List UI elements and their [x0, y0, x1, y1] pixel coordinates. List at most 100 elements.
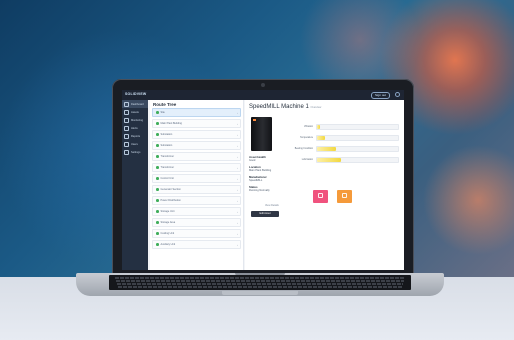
tree-row[interactable]: Site › — [152, 108, 241, 117]
status-dot-icon — [156, 144, 159, 147]
sidebar-item-users[interactable]: Users — [122, 140, 148, 148]
tree-row-label: Substation — [160, 133, 173, 136]
bar-label: Vibration — [303, 126, 313, 128]
tree-row[interactable]: Transformer › — [152, 152, 241, 161]
status-dot-icon — [156, 232, 159, 235]
stat-location: Location Main Plant Building — [249, 165, 272, 173]
top-bar: SOLIDVIEW Sign out — [122, 90, 404, 100]
chevron-right-icon: › — [237, 132, 238, 137]
sidebar-item-settings[interactable]: Settings — [122, 148, 148, 156]
sidebar-item-dashboard[interactable]: Dashboard — [122, 100, 148, 108]
asset-title-text: SpeedMILL Machine 1 — [249, 104, 309, 110]
tree-row[interactable]: Main Plant Building › — [152, 119, 241, 128]
tree-title: Route Tree — [153, 102, 177, 107]
status-dot-icon — [156, 155, 159, 158]
chevron-right-icon: › — [237, 220, 238, 225]
key-row — [115, 277, 405, 279]
sidebar-item-assets[interactable]: Assets — [122, 108, 148, 116]
document-icon — [124, 133, 129, 139]
tree-row-label: Generator Section — [160, 188, 181, 191]
status-dot-icon — [156, 177, 159, 180]
chevron-right-icon: › — [237, 165, 238, 170]
sidebar-item-label: Reports — [131, 134, 141, 138]
wrench-icon — [124, 109, 129, 115]
key-row — [118, 286, 402, 288]
tree-row-label: Substation — [160, 144, 173, 147]
sidebar-item-alerts[interactable]: Alerts — [122, 124, 148, 132]
tree-row[interactable]: Transformer › — [152, 163, 241, 172]
chevron-right-icon: › — [237, 110, 238, 115]
sidebar-item-monitoring[interactable]: Monitoring — [122, 116, 148, 124]
key-row — [117, 283, 403, 285]
bar-label: Bearing Condition — [294, 148, 313, 150]
user-icon[interactable] — [395, 92, 400, 97]
trackpad — [222, 291, 298, 295]
stat-value: SpeedMILL — [249, 179, 263, 183]
stat-value: Running Normally — [249, 189, 270, 193]
condition-bar: Temperature — [291, 135, 399, 141]
tree-row[interactable]: Power Distribution › — [152, 196, 241, 205]
tree-row-label: Transformer — [160, 166, 175, 169]
warning-icon — [342, 193, 347, 198]
tree-row-label: Storage Unit — [160, 210, 175, 213]
brand-logo: SOLIDVIEW — [125, 92, 147, 96]
warning-tile[interactable] — [337, 190, 352, 203]
tree-row[interactable]: Storage Unit › — [152, 207, 241, 216]
sidebar-item-label: Alerts — [131, 126, 138, 130]
bar-fill — [317, 158, 342, 162]
stat-value: Main Plant Building — [249, 169, 272, 173]
tree-row[interactable]: Storage Area › — [152, 218, 241, 227]
chevron-right-icon: › — [237, 209, 238, 214]
bar-label: Lubrication — [301, 159, 313, 161]
status-dot-icon — [156, 221, 159, 224]
tree-row[interactable]: Control Unit › — [152, 174, 241, 183]
tree-row[interactable]: Auxiliary Unit › — [152, 240, 241, 249]
sidebar-item-reports[interactable]: Reports — [122, 132, 148, 140]
bar-fill — [317, 136, 326, 140]
view-details-link[interactable]: View Details — [265, 204, 279, 207]
gear-icon — [124, 149, 129, 155]
bar-track — [316, 146, 399, 152]
status-dot-icon — [156, 133, 159, 136]
condition-bar: Lubrication — [291, 157, 399, 163]
tree-row[interactable]: Substation › — [152, 130, 241, 139]
bar-track — [316, 157, 399, 163]
tree-row[interactable]: Substation › — [152, 141, 241, 150]
webcam-icon — [261, 83, 265, 87]
asset-title: SpeedMILL Machine 1 Overview — [249, 104, 321, 110]
alert-tile[interactable] — [313, 190, 328, 203]
chevron-right-icon: › — [237, 154, 238, 159]
sidebar-item-label: Users — [131, 142, 138, 146]
laptop-lid: SOLIDVIEW Sign out Dashboard Assets Moni… — [112, 79, 414, 275]
tree-row-label: Transformer — [160, 155, 175, 158]
stat-status: Status Running Normally — [249, 185, 270, 193]
tree-row-label: Storage Area — [160, 221, 176, 224]
condition-bars: Vibration Temperature Bearing Condition … — [291, 124, 399, 168]
key-row — [116, 280, 404, 282]
status-dot-icon — [156, 199, 159, 202]
status-dot-icon — [156, 210, 159, 213]
tree-row[interactable]: Generator Section › — [152, 185, 241, 194]
chevron-right-icon: › — [237, 121, 238, 126]
tree-row[interactable]: Cooling Unit › — [152, 229, 241, 238]
chevron-right-icon: › — [237, 143, 238, 148]
stat-manufacturer: Manufacturer SpeedMILL — [249, 175, 267, 183]
chevron-right-icon: › — [237, 187, 238, 192]
status-dot-icon — [156, 243, 159, 246]
sidebar-item-label: Monitoring — [131, 118, 144, 122]
tree-row-label: Power Distribution — [160, 199, 181, 202]
bar-label: Temperature — [300, 137, 313, 139]
logout-button[interactable]: Sign out — [370, 92, 390, 99]
sidebar-item-label: Settings — [131, 150, 141, 154]
status-dot-icon — [156, 166, 159, 169]
asset-detail-panel: SpeedMILL Machine 1 Overview Vibration T… — [245, 100, 404, 270]
keyboard — [109, 275, 411, 290]
tree-row-label: Main Plant Building — [160, 122, 182, 125]
tree-row-label: Control Unit — [160, 177, 174, 180]
edit-asset-button[interactable]: Edit Asset — [251, 211, 279, 217]
machine-image — [251, 117, 272, 151]
alert-icon — [318, 193, 323, 198]
monitor-icon — [124, 117, 129, 123]
condition-bar: Vibration — [291, 124, 399, 130]
route-tree-panel: Route Tree Site › Main Plant Building › Su… — [150, 100, 244, 270]
